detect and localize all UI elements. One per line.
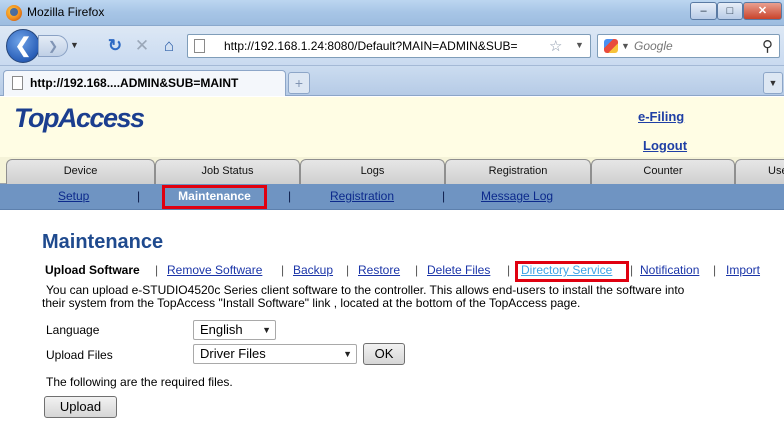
maximize-button[interactable]: □ [717, 2, 743, 20]
subnav-separator: | [507, 263, 511, 277]
reload-icon[interactable]: ↻ [104, 35, 126, 57]
submenu-message-log[interactable]: Message Log [481, 189, 553, 203]
subnav-separator: | [281, 263, 285, 277]
bookmark-star-icon[interactable]: ☆ [549, 37, 562, 55]
tab-logs[interactable]: Logs [300, 159, 445, 184]
chevron-down-icon: ▼ [343, 349, 352, 359]
subnav-directory-service[interactable]: Directory Service [515, 261, 629, 282]
close-button[interactable]: ✕ [743, 2, 782, 20]
tab-bar: http://192.168....ADMIN&SUB=MAINT + ▼ [0, 66, 784, 96]
submenu-separator: | [288, 189, 292, 203]
upload-files-select[interactable]: Driver Files ▼ [193, 344, 357, 364]
submenu-setup[interactable]: Setup [58, 189, 89, 203]
browser-window: Mozilla Firefox – □ ✕ ❮ ❯ ▼ ↻ ✕ ⌂ http:/… [0, 0, 784, 436]
submenu-maintenance-label: Maintenance [178, 189, 251, 203]
navigation-toolbar: ❮ ❯ ▼ ↻ ✕ ⌂ http://192.168.1.24:8080/Def… [0, 26, 784, 66]
new-tab-button[interactable]: + [288, 72, 310, 94]
language-select-value: English [200, 322, 243, 337]
page-title: Maintenance [42, 231, 164, 253]
tab-job-status[interactable]: Job Status [155, 159, 300, 184]
subnav-notification[interactable]: Notification [640, 263, 699, 277]
upload-files-label: Upload Files [46, 348, 113, 362]
home-icon[interactable]: ⌂ [158, 35, 180, 57]
firefox-icon [6, 5, 22, 21]
tab-device[interactable]: Device [6, 159, 155, 184]
subnav-directory-service-label: Directory Service [521, 263, 613, 277]
subnav-separator: | [155, 263, 159, 277]
search-engine-dropdown-icon[interactable]: ▼ [621, 41, 630, 51]
tab-page-icon [12, 76, 23, 90]
subnav-remove-software[interactable]: Remove Software [167, 263, 262, 277]
subnav-separator: | [713, 263, 717, 277]
search-placeholder: Google [634, 39, 673, 53]
tab-list-button[interactable]: ▼ [763, 72, 783, 94]
tab-label: http://192.168....ADMIN&SUB=MAINT [30, 76, 239, 90]
sub-menu: Setup | Maintenance | Registration | Mes… [0, 184, 784, 210]
maintenance-subnav: Upload Software | Remove Software | Back… [45, 263, 775, 279]
ok-button[interactable]: OK [363, 343, 405, 365]
chevron-down-icon: ▼ [262, 325, 271, 335]
subnav-import[interactable]: Import [726, 263, 760, 277]
browser-tab[interactable]: http://192.168....ADMIN&SUB=MAINT [3, 70, 286, 96]
tab-user-management[interactable]: Use [735, 159, 784, 184]
tab-registration[interactable]: Registration [445, 159, 591, 184]
url-bar[interactable]: http://192.168.1.24:8080/Default?MAIN=AD… [187, 34, 591, 58]
url-text[interactable]: http://192.168.1.24:8080/Default?MAIN=AD… [224, 39, 518, 53]
main-content: Maintenance Upload Software | Remove Sof… [0, 210, 784, 436]
submenu-separator: | [442, 189, 446, 203]
subnav-restore[interactable]: Restore [358, 263, 400, 277]
logout-link[interactable]: Logout [643, 138, 687, 153]
language-select[interactable]: English ▼ [193, 320, 276, 340]
subnav-separator: | [346, 263, 350, 277]
submenu-registration[interactable]: Registration [330, 189, 394, 203]
main-menu: Device Job Status Logs Registration Coun… [0, 157, 784, 184]
upload-files-select-value: Driver Files [200, 346, 266, 361]
title-bar: Mozilla Firefox – □ ✕ [0, 0, 784, 26]
url-dropdown-icon[interactable]: ▼ [575, 40, 584, 50]
required-files-note: The following are the required files. [46, 375, 233, 389]
topaccess-logo: TopAccess [14, 103, 145, 133]
efiling-link[interactable]: e-Filing [638, 109, 684, 124]
window-title: Mozilla Firefox [27, 5, 105, 19]
submenu-maintenance[interactable]: Maintenance [162, 185, 267, 209]
subnav-separator: | [415, 263, 419, 277]
page-icon [194, 39, 205, 53]
subnav-delete-files[interactable]: Delete Files [427, 263, 490, 277]
description-line-2: their system from the TopAccess "Install… [42, 296, 581, 310]
back-button[interactable]: ❮ [6, 29, 40, 63]
search-icon[interactable]: ⚲ [762, 37, 773, 55]
search-engine-icon[interactable] [604, 39, 618, 53]
minimize-button[interactable]: – [690, 2, 717, 20]
tab-counter[interactable]: Counter [591, 159, 735, 184]
stop-icon[interactable]: ✕ [131, 35, 153, 57]
upload-button[interactable]: Upload [44, 396, 117, 418]
submenu-separator: | [137, 189, 141, 203]
forward-button[interactable]: ❯ [38, 35, 68, 57]
history-dropdown-icon[interactable]: ▼ [70, 40, 79, 50]
subnav-upload-software: Upload Software [45, 263, 140, 277]
language-label: Language [46, 323, 100, 337]
subnav-backup[interactable]: Backup [293, 263, 333, 277]
search-bar[interactable]: ▼ Google ⚲ [597, 34, 780, 58]
page-header: TopAccess e-Filing Logout [0, 97, 784, 157]
subnav-separator: | [630, 263, 634, 277]
